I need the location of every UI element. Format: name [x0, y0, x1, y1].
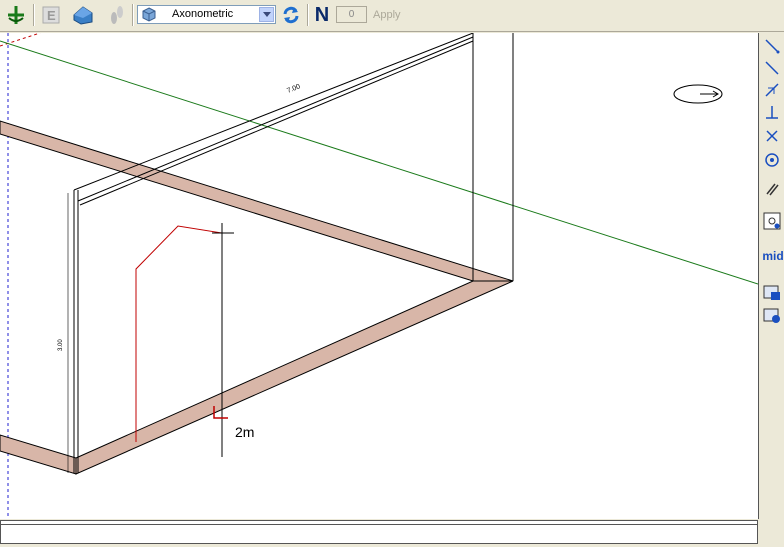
angle-input[interactable]: 0 — [336, 6, 367, 23]
slab-left-band — [0, 434, 77, 475]
layer-b-icon[interactable] — [762, 305, 782, 325]
view-mode-label: Axonometric — [172, 8, 234, 20]
north-label: N — [314, 3, 330, 26]
parallel-snap-icon[interactable] — [762, 179, 782, 199]
slab-front-band — [75, 280, 514, 475]
status-bar — [0, 520, 758, 544]
mid-snap-button[interactable]: mid — [762, 246, 784, 266]
snap-toolbar: mid — [760, 33, 784, 333]
dimension-top-label: 7.00 — [286, 83, 301, 95]
refresh-icon[interactable] — [278, 3, 304, 27]
cube-icon — [142, 7, 156, 22]
elevation-icon[interactable]: E — [38, 3, 64, 27]
drawing-canvas[interactable]: 7.00 3.00 2m — [0, 33, 759, 519]
layer-a-icon[interactable] — [762, 282, 782, 302]
axonometric-drawing: 7.00 3.00 2m — [0, 33, 758, 519]
snap-settings-icon[interactable] — [762, 211, 782, 231]
top-toolbar: E Axonometric N 0 Apply — [0, 0, 784, 32]
slab-back-band — [0, 120, 514, 282]
midpoint-snap-icon[interactable] — [762, 58, 782, 78]
north-button[interactable]: N — [311, 3, 333, 27]
house-3d-icon[interactable] — [70, 3, 96, 27]
intersection-snap-icon[interactable] — [762, 126, 782, 146]
walk-icon[interactable] — [104, 3, 130, 27]
rotate-view-icon[interactable] — [3, 3, 29, 27]
view-mode-select[interactable]: Axonometric — [137, 5, 276, 24]
red-axis-line — [0, 33, 41, 47]
chevron-down-icon[interactable] — [259, 7, 274, 22]
apply-button[interactable]: Apply — [373, 9, 401, 21]
dimension-side-label: 3.00 — [58, 339, 64, 351]
mid-label: mid — [762, 249, 784, 263]
center-snap-icon[interactable] — [762, 150, 782, 170]
svg-text:E: E — [47, 8, 56, 23]
nearest-snap-icon[interactable] — [762, 80, 782, 100]
cursor-distance-label: 2m — [235, 424, 254, 440]
perpendicular-snap-icon[interactable] — [762, 102, 782, 122]
endpoint-snap-icon[interactable] — [762, 36, 782, 56]
